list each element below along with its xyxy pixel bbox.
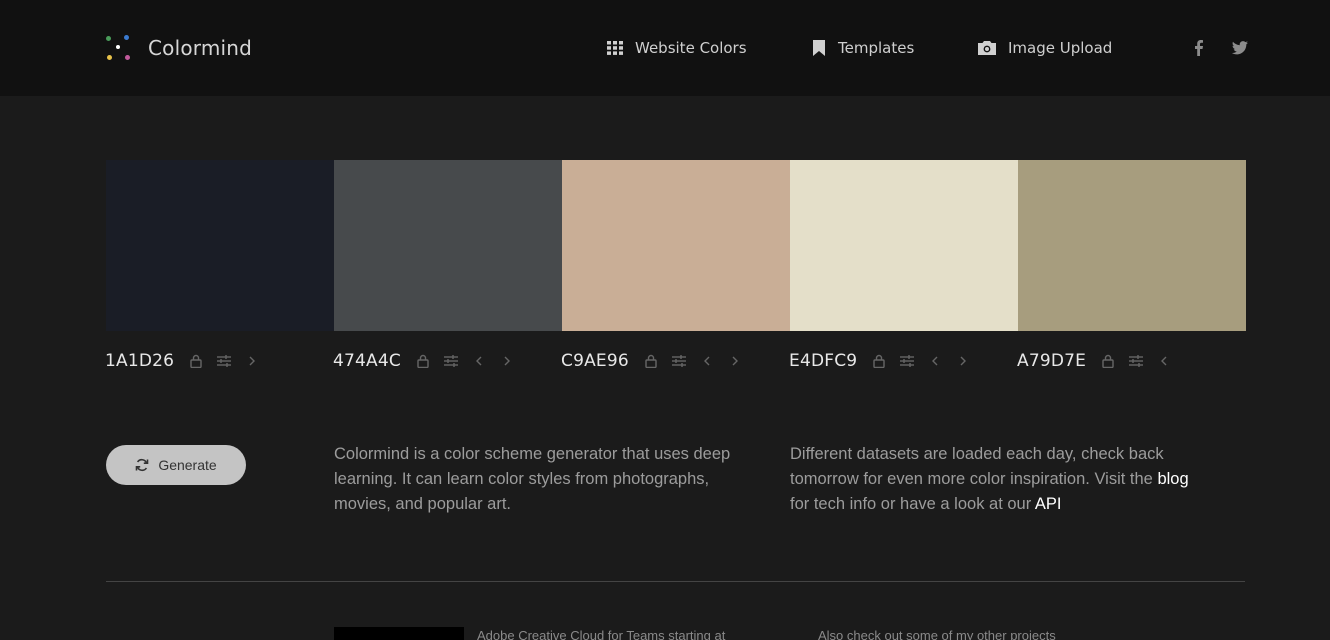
nav-label: Templates: [838, 39, 915, 57]
colormind-logo-icon: [104, 32, 134, 64]
top-bar: Colormind Website Colors Templates Image…: [0, 0, 1330, 96]
chevron-left-icon[interactable]: [699, 353, 715, 369]
color-swatch-4[interactable]: [790, 160, 1018, 331]
color-swatch-3[interactable]: [562, 160, 790, 331]
lock-icon[interactable]: [871, 353, 887, 369]
refresh-icon: [136, 458, 149, 472]
swatch-controls-3: C9AE96: [561, 349, 755, 373]
color-swatch-5[interactable]: [1018, 160, 1246, 331]
adjust-icon[interactable]: [216, 353, 232, 369]
swatch-controls-2: 474A4C: [333, 349, 527, 373]
chevron-left-icon[interactable]: [1156, 353, 1172, 369]
facebook-link[interactable]: [1189, 38, 1209, 58]
twitter-link[interactable]: [1230, 38, 1250, 58]
swatch-controls-4: E4DFC9: [789, 349, 983, 373]
chevron-right-icon[interactable]: [244, 353, 260, 369]
about-text: Colormind is a color scheme generator th…: [334, 445, 731, 513]
hex-code[interactable]: 1A1D26: [105, 351, 174, 371]
hex-code[interactable]: C9AE96: [561, 351, 629, 371]
nav-image-upload[interactable]: Image Upload: [978, 36, 1112, 60]
generate-button[interactable]: Generate: [106, 445, 246, 485]
generate-label: Generate: [158, 457, 217, 473]
chevron-left-icon[interactable]: [927, 353, 943, 369]
hex-code[interactable]: A79D7E: [1017, 351, 1086, 371]
chevron-right-icon[interactable]: [955, 353, 971, 369]
bookmark-icon: [813, 40, 825, 56]
other-projects-text: Also check out some of my other projects: [818, 628, 1056, 640]
lock-icon[interactable]: [188, 353, 204, 369]
ad-image[interactable]: [334, 627, 464, 640]
adjust-icon[interactable]: [899, 353, 915, 369]
adjust-icon[interactable]: [671, 353, 687, 369]
nav-label: Website Colors: [635, 39, 747, 57]
chevron-right-icon[interactable]: [499, 353, 515, 369]
lock-icon[interactable]: [415, 353, 431, 369]
brand-name: Colormind: [148, 36, 253, 60]
brand-logo[interactable]: Colormind: [104, 32, 254, 64]
section-divider: [106, 581, 1245, 582]
lock-icon[interactable]: [643, 353, 659, 369]
swatch-controls-5: A79D7E: [1017, 349, 1184, 373]
datasets-text: Different datasets are loaded each day, …: [790, 442, 1200, 517]
adjust-icon[interactable]: [443, 353, 459, 369]
blog-link[interactable]: blog: [1157, 470, 1188, 488]
nav-templates[interactable]: Templates: [812, 36, 914, 60]
chevron-left-icon[interactable]: [471, 353, 487, 369]
camera-icon: [978, 41, 996, 55]
twitter-icon: [1231, 41, 1248, 55]
hex-code[interactable]: 474A4C: [333, 351, 401, 371]
facebook-icon: [1195, 40, 1203, 56]
swatch-controls-1: 1A1D26: [105, 349, 272, 373]
ad-text[interactable]: Adobe Creative Cloud for Teams starting …: [477, 628, 725, 640]
datasets-text-start: Different datasets are loaded each day, …: [790, 445, 1164, 488]
nav-label: Image Upload: [1008, 39, 1113, 57]
color-swatch-2[interactable]: [334, 160, 562, 331]
color-swatch-1[interactable]: [106, 160, 334, 331]
grid-icon: [607, 41, 623, 55]
chevron-right-icon[interactable]: [727, 353, 743, 369]
nav-website-colors[interactable]: Website Colors: [607, 36, 747, 60]
lock-icon[interactable]: [1100, 353, 1116, 369]
hex-code[interactable]: E4DFC9: [789, 351, 857, 371]
adjust-icon[interactable]: [1128, 353, 1144, 369]
api-link[interactable]: API: [1035, 495, 1062, 513]
datasets-text-middle: for tech info or have a look at our: [790, 495, 1035, 513]
